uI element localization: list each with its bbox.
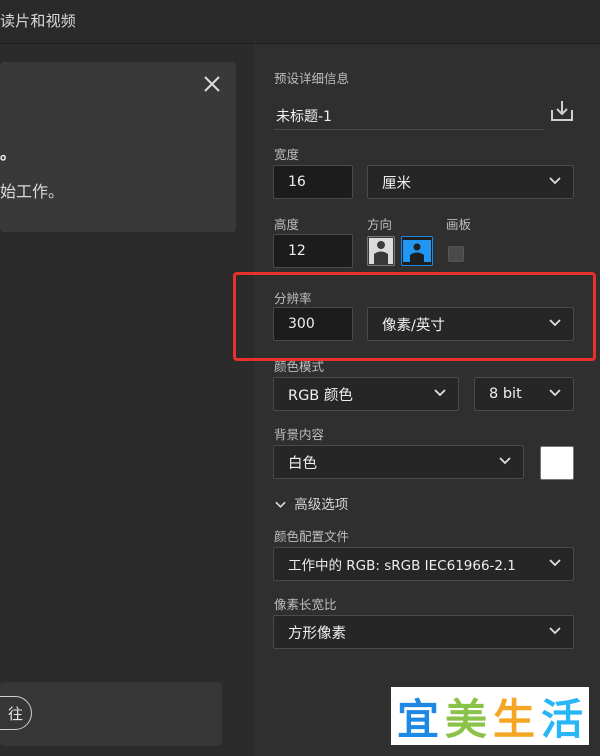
artboard-checkbox[interactable] <box>448 246 464 262</box>
landscape-icon <box>403 240 431 262</box>
card-text: 始工作。 <box>0 182 65 201</box>
artboard-label: 画板 <box>446 217 472 232</box>
width-unit-value: 厘米 <box>382 175 411 192</box>
chevron-down-icon <box>549 559 561 567</box>
background-color-swatch[interactable] <box>540 446 574 480</box>
preset-name-text: 未标题-1 <box>276 108 332 125</box>
height-value: 12 <box>288 243 306 259</box>
chevron-down-icon <box>549 389 561 397</box>
advanced-options-label: 高级选项 <box>294 497 349 513</box>
width-label: 宽度 <box>274 147 300 162</box>
chevron-down-icon <box>549 627 561 635</box>
orientation-label: 方向 <box>367 217 393 232</box>
bit-depth-value: 8 bit <box>489 386 522 402</box>
bit-depth-select[interactable]: 8 bit <box>474 377 574 411</box>
width-input[interactable]: 16 <box>273 165 353 199</box>
save-preset-icon[interactable] <box>549 98 575 124</box>
watermark-logo: 宜 美 生 活 <box>391 687 589 745</box>
pixel-aspect-select[interactable]: 方形像素 <box>273 615 574 649</box>
title-bar: 读片和视频 <box>0 0 600 44</box>
chevron-down-icon <box>499 457 511 465</box>
window-title: 读片和视频 <box>0 12 77 30</box>
watermark-char-4: 活 <box>541 694 584 744</box>
color-mode-value: RGB 颜色 <box>288 387 353 404</box>
preset-details-panel: 预设详细信息 未标题-1 宽度 16 厘米 高度 方向 画板 12 分辨率 30… <box>252 44 600 756</box>
orientation-portrait-button[interactable] <box>367 236 395 266</box>
color-profile-label: 颜色配置文件 <box>274 529 350 544</box>
width-value: 16 <box>288 174 306 190</box>
preset-section-label: 预设详细信息 <box>274 71 350 86</box>
background-value: 白色 <box>288 455 317 472</box>
portrait-icon <box>369 238 393 264</box>
width-unit-select[interactable]: 厘米 <box>367 165 574 199</box>
watermark-char-3: 生 <box>493 694 536 744</box>
height-input[interactable]: 12 <box>273 234 353 268</box>
card-heading: 。 <box>0 144 17 163</box>
advanced-options-toggle[interactable]: 高级选项 <box>275 493 348 513</box>
watermark-char-2: 美 <box>444 694 487 744</box>
chevron-down-icon <box>434 389 446 397</box>
pixel-aspect-label: 像素长宽比 <box>274 597 337 612</box>
left-bottom-bar: 往 <box>0 682 222 746</box>
color-profile-value: 工作中的 RGB: sRGB IEC61966-2.1 <box>288 558 516 574</box>
height-label: 高度 <box>274 217 300 232</box>
chevron-down-icon <box>549 177 561 185</box>
left-panel: 。 始工作。 往 <box>0 44 252 756</box>
close-icon[interactable] <box>200 72 224 96</box>
welcome-card: 。 始工作。 <box>0 62 236 232</box>
background-label: 背景内容 <box>274 427 325 442</box>
chevron-down-icon <box>275 501 286 509</box>
orientation-landscape-button[interactable] <box>401 236 433 266</box>
background-select[interactable]: 白色 <box>273 445 524 479</box>
resolution-highlight-box <box>233 272 596 361</box>
color-mode-select[interactable]: RGB 颜色 <box>273 377 459 411</box>
left-bottom-button[interactable]: 往 <box>0 696 32 730</box>
color-profile-select[interactable]: 工作中的 RGB: sRGB IEC61966-2.1 <box>273 547 574 581</box>
preset-name-field[interactable]: 未标题-1 <box>274 102 544 130</box>
pixel-aspect-value: 方形像素 <box>288 625 346 642</box>
watermark-char-1: 宜 <box>396 694 439 744</box>
